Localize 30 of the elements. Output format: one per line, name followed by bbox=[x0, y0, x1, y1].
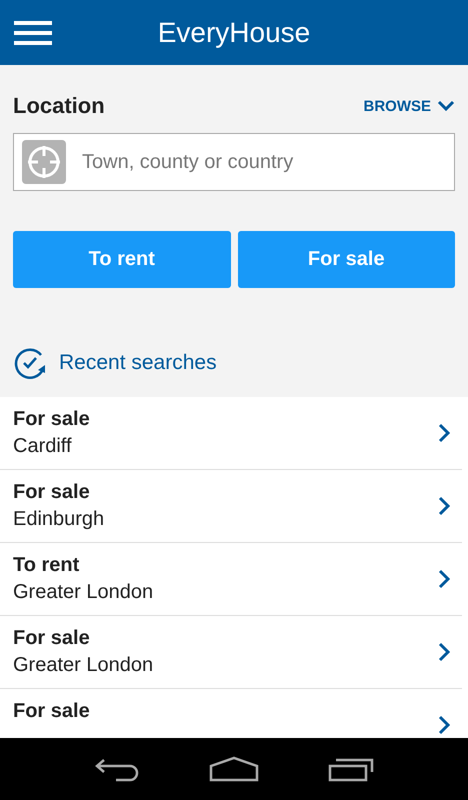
location-field[interactable]: Town, county or country bbox=[13, 133, 455, 191]
recent-apps-icon[interactable] bbox=[328, 756, 374, 782]
clock-refresh-icon bbox=[13, 346, 47, 380]
search-type-label: For sale bbox=[13, 481, 91, 504]
app-title: EveryHouse bbox=[156, 16, 312, 48]
place-label: Greater London bbox=[13, 654, 154, 677]
search-type-label: To rent bbox=[13, 554, 80, 577]
menu-icon[interactable] bbox=[14, 20, 52, 44]
chevron-right-icon bbox=[438, 569, 450, 589]
browse-button[interactable]: BROWSE bbox=[364, 98, 455, 114]
chevron-right-icon bbox=[438, 642, 450, 662]
recent-searches-heading: Recent searches bbox=[59, 351, 217, 375]
recent-search-item[interactable]: To rent Greater London bbox=[0, 543, 462, 616]
search-type-label: For sale bbox=[13, 700, 90, 723]
location-label: Location bbox=[13, 93, 105, 119]
recent-search-item[interactable]: For sale Cardiff bbox=[0, 397, 462, 470]
recent-search-item[interactable]: For sale Edinburgh bbox=[0, 470, 462, 543]
chevron-right-icon bbox=[438, 496, 450, 516]
location-input[interactable]: Town, county or country bbox=[80, 150, 446, 174]
home-icon[interactable] bbox=[208, 756, 259, 782]
chevron-right-icon bbox=[438, 423, 450, 443]
chevron-right-icon bbox=[438, 715, 450, 735]
search-type-label: For sale bbox=[13, 627, 91, 650]
place-label: Edinburgh bbox=[13, 508, 104, 531]
recent-search-item[interactable]: For sale Greater London bbox=[0, 616, 462, 689]
search-type-label: For sale bbox=[13, 408, 90, 431]
chevron-down-icon bbox=[437, 100, 455, 112]
back-icon[interactable] bbox=[94, 756, 140, 782]
place-label: Cardiff bbox=[13, 435, 73, 458]
place-label: Greater London bbox=[13, 581, 154, 604]
